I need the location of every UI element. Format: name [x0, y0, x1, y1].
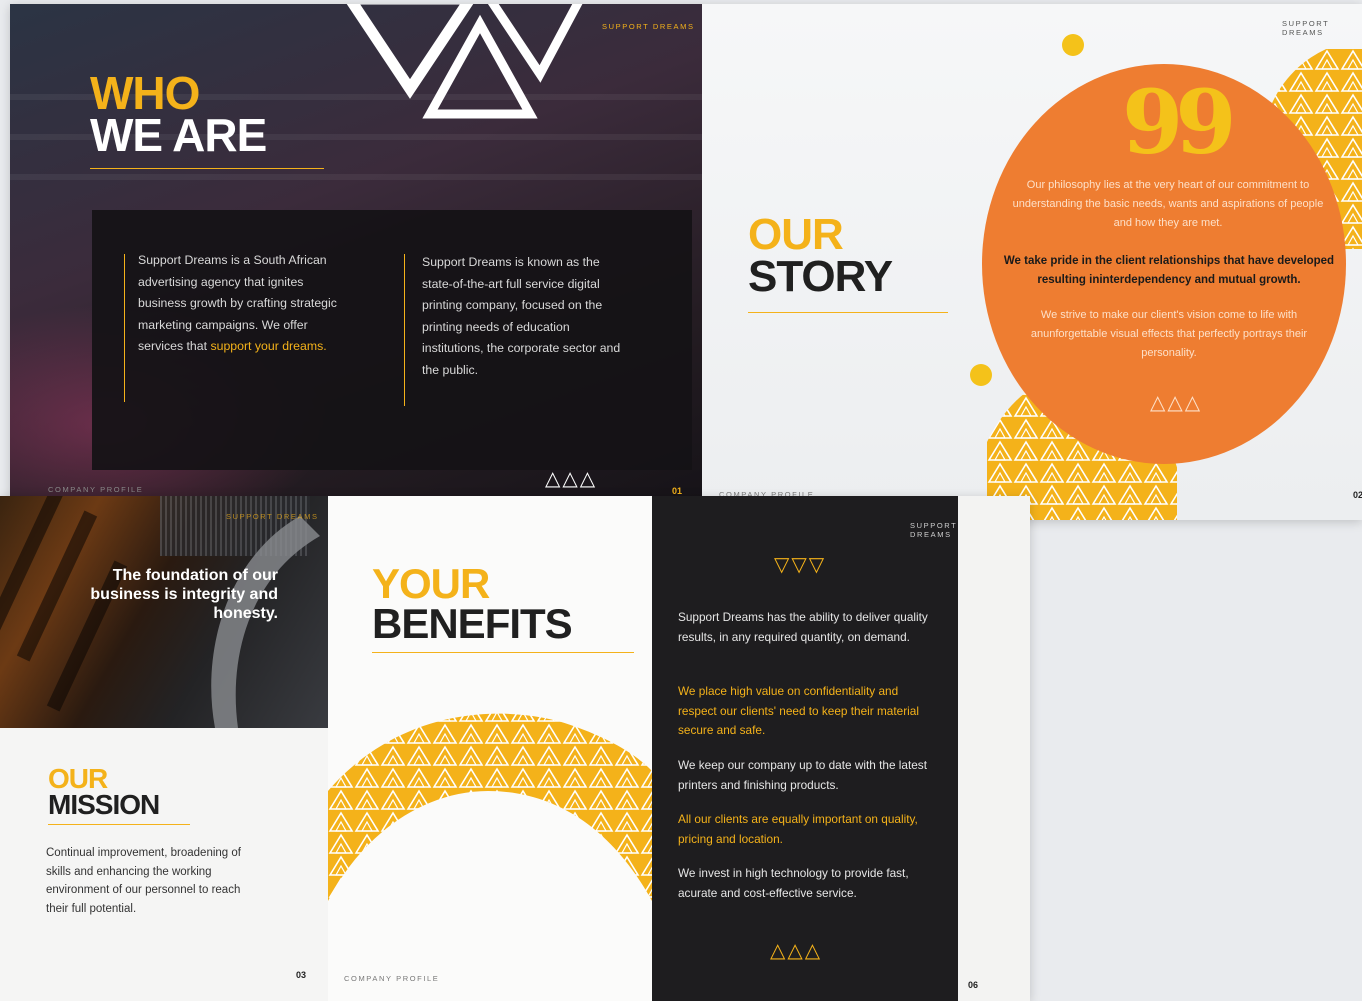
triangle-pattern-arch — [328, 713, 652, 901]
footer-label: COMPANY PROFILE — [48, 485, 144, 494]
intro-column-1-highlight: support your dreams. — [210, 339, 327, 353]
column-divider-left — [124, 254, 125, 402]
benefit-item-5: We invest in high technology to provide … — [678, 866, 909, 900]
benefit-item-4: All our clients are equally important on… — [678, 812, 918, 846]
page-our-mission: SUPPORT DREAMS The foundation of our bus… — [0, 496, 328, 1001]
triangle-up-icons: △△△ — [770, 940, 823, 962]
decor-dot-top — [1062, 34, 1084, 56]
intro-column-1-text: Support Dreams is a South African advert… — [138, 253, 337, 353]
heading-underline — [48, 824, 190, 825]
footer-label: COMPANY PROFILE — [344, 974, 440, 983]
triangle-icons: △△△ — [1150, 392, 1203, 414]
tiger-quote: The foundation of our business is integr… — [90, 567, 278, 622]
page-number: 01 — [672, 486, 683, 496]
brand-label: SUPPORT DREAMS — [602, 22, 695, 31]
quote-mark-icon: 99 — [1122, 70, 1237, 174]
heading-underline — [372, 652, 634, 653]
page-benefits-list: ▽▽▽ Support Dreams has the ability to de… — [652, 496, 958, 1001]
spread-mission-benefits: SUPPORT DREAMS The foundation of our bus… — [0, 496, 1030, 1001]
intro-column-1: Support Dreams is a South African advert… — [138, 250, 348, 358]
intro-column-2: Support Dreams is known as the state-of-… — [422, 255, 621, 377]
heading-line-who: WHO — [90, 67, 200, 119]
heading-line-story: STORY — [748, 252, 893, 301]
page-our-story: OUR STORY 99 Our philosophy lies at the … — [702, 4, 1362, 520]
heading-line-your: YOUR — [372, 560, 490, 607]
mission-text: Continual improvement, broadening of ski… — [46, 847, 241, 915]
quote-paragraph-3: We strive to make our client's vision co… — [1030, 309, 1308, 359]
who-we-are-heading: WHO WE ARE — [90, 67, 267, 161]
heading-line-our: OUR — [748, 210, 844, 259]
page-who-we-are: WHO WE ARE SUPPORT DREAMS Support Dreams… — [10, 4, 702, 504]
page-number: 02 — [1353, 490, 1362, 500]
page-your-benefits-title: YOUR BENEFITS COMPANY PROFILE — [328, 496, 652, 1001]
heading-line-benefits: BENEFITS — [372, 600, 573, 647]
triangle-down-icons: ▽▽▽ — [774, 554, 827, 576]
our-story-heading: OUR STORY — [748, 210, 893, 301]
brand-label: SUPPORT DREAMS — [910, 521, 958, 539]
spread-who-we-are-our-story: WHO WE ARE SUPPORT DREAMS Support Dreams… — [10, 4, 1362, 520]
tiger-photo: SUPPORT DREAMS The foundation of our bus… — [0, 496, 328, 728]
page-number: 03 — [296, 970, 307, 980]
triangle-logo-graphic — [346, 4, 583, 119]
benefit-item-3: We keep our company up to date with the … — [678, 758, 927, 792]
page-edge-06: 06 — [958, 496, 1030, 1001]
brand-label: SUPPORT DREAMS — [1282, 19, 1330, 37]
decor-dot-left — [970, 364, 992, 386]
heading-underline — [748, 312, 948, 313]
page-number: 06 — [968, 980, 979, 990]
heading-underline — [90, 168, 324, 169]
triangle-icons: △△△ — [545, 468, 598, 490]
quote-paragraph-1: Our philosophy lies at the very heart of… — [1012, 179, 1324, 229]
column-divider-right — [404, 254, 405, 406]
heading-line-we-are: WE ARE — [90, 109, 267, 161]
heading-line-mission: MISSION — [48, 789, 160, 820]
benefit-item-1: Support Dreams has the ability to delive… — [678, 610, 928, 644]
your-benefits-heading: YOUR BENEFITS — [372, 560, 573, 647]
benefit-item-2: We place high value on confidentiality a… — [678, 684, 919, 737]
quote-paragraph-2: We take pride in the client relationship… — [1003, 255, 1335, 286]
brand-label: SUPPORT DREAMS — [226, 512, 319, 521]
our-mission-heading: OUR MISSION — [48, 765, 160, 820]
